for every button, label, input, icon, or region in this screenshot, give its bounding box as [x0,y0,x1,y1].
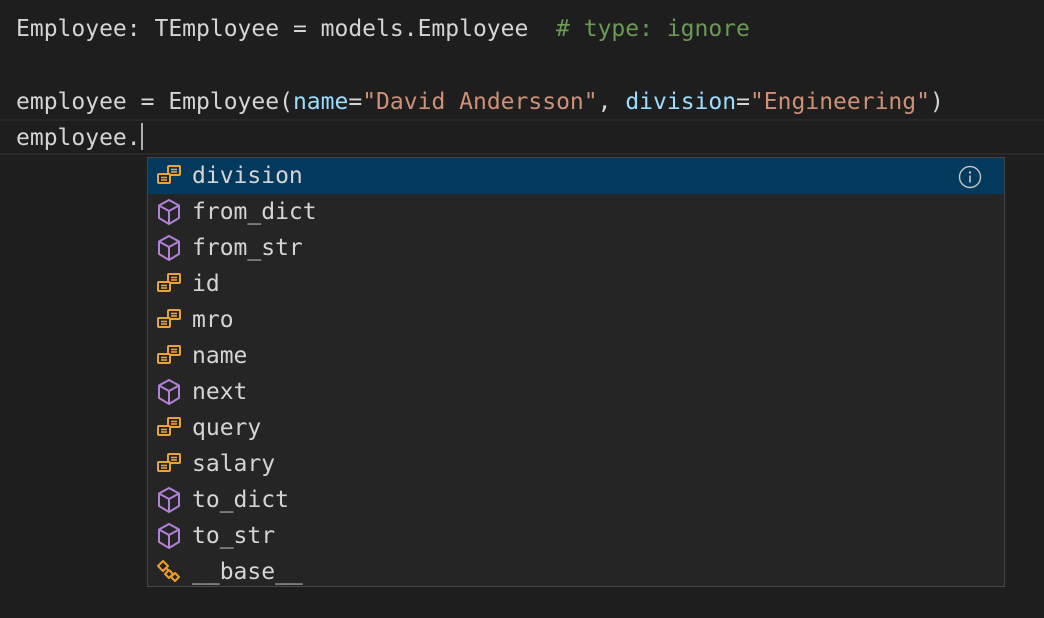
suggestion-label: salary [192,451,276,477]
code-comment: # type: ignore [556,16,750,42]
suggestion-label: id [192,271,220,297]
suggestion-item-base[interactable]: __base__ [148,554,1004,586]
method-cube-icon [154,374,184,410]
suggestion-label: to_dict [192,487,289,513]
method-cube-icon [154,194,184,230]
class-icon [154,554,184,586]
field-icon [154,302,184,338]
suggestion-label: to_str [192,523,276,549]
code-line-1[interactable]: Employee: TEmployee = models.Employee # … [16,11,750,47]
string-literal: "David Andersson" [362,89,598,115]
suggestion-label: __base__ [192,559,303,585]
suggestion-item-to-dict[interactable]: to_dict [148,482,1004,518]
suggestion-item-division[interactable]: division [148,158,1004,194]
current-line-highlight [0,119,1044,155]
suggestion-label: mro [192,307,234,333]
suggestion-item-next[interactable]: next [148,374,1004,410]
code-operator: = [348,89,363,115]
suggestion-item-id[interactable]: id [148,266,1004,302]
code-paren: ) [929,89,944,115]
method-cube-icon [154,230,184,266]
text-cursor [140,123,143,150]
code-text: employee. [16,125,141,151]
field-icon [154,410,184,446]
suggestion-item-mro[interactable]: mro [148,302,1004,338]
field-icon [154,446,184,482]
suggestion-item-from-dict[interactable]: from_dict [148,194,1004,230]
suggestion-item-salary[interactable]: salary [148,446,1004,482]
param-division: division [625,89,737,115]
suggestion-label: from_str [192,235,303,261]
param-name: name [292,89,349,115]
suggestion-item-to-str[interactable]: to_str [148,518,1004,554]
field-icon [154,338,184,374]
suggestion-label: from_dict [192,199,317,225]
suggestion-label: name [192,343,248,369]
code-line-3[interactable]: employee = Employee(name="David Andersso… [16,84,944,120]
method-cube-icon [154,482,184,518]
suggestion-item-name[interactable]: name [148,338,1004,374]
field-icon [154,266,184,302]
string-literal: "Engineering" [749,89,930,115]
info-icon[interactable] [958,164,982,189]
code-line-4[interactable]: employee. [16,120,143,156]
autocomplete-suggest-widget[interactable]: division from_dict from_strid mro name next qu… [147,157,1005,587]
method-cube-icon [154,518,184,554]
code-operator: = [736,89,750,115]
suggestion-item-from-str[interactable]: from_str [148,230,1004,266]
code-text: Employee: TEmployee = models.Employee [16,16,557,42]
field-icon [154,158,184,194]
code-text: employee = Employee( [16,89,293,115]
code-separator: , [597,89,626,115]
suggestion-label: query [192,415,262,441]
suggestion-label: division [192,163,303,189]
suggestion-item-query[interactable]: query [148,410,1004,446]
suggestion-label: next [192,379,248,405]
